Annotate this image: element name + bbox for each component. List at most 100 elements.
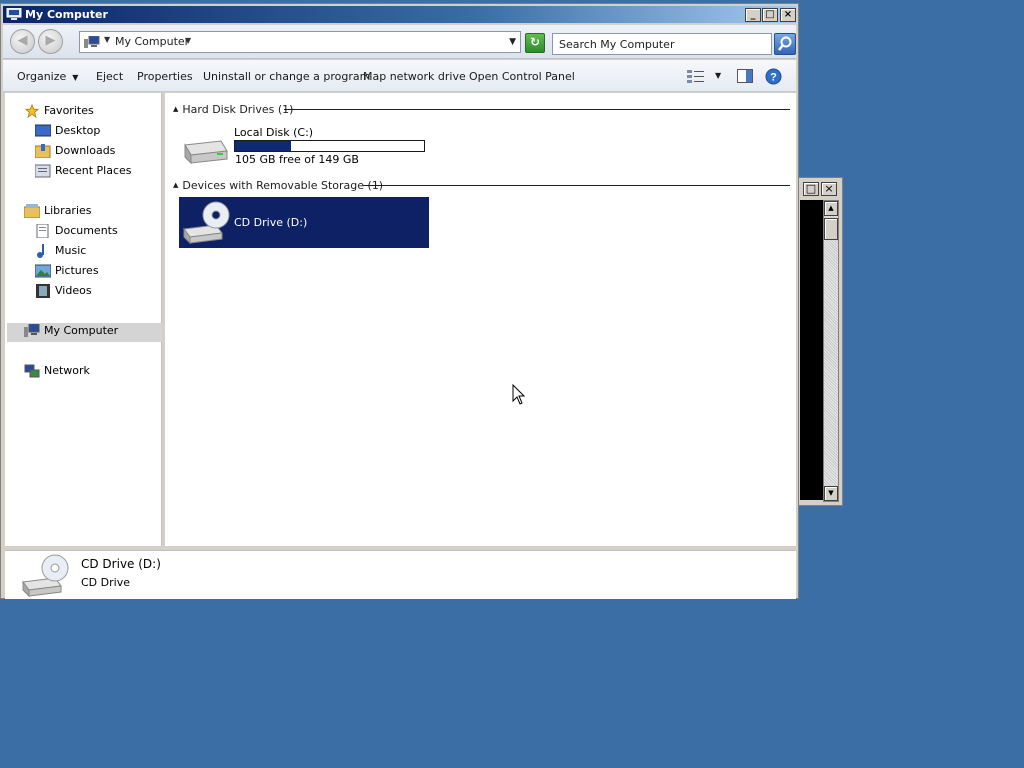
back-arrow-icon: ◀ [17, 33, 28, 48]
preview-pane-button[interactable] [737, 69, 753, 86]
console-close-button[interactable]: × [821, 182, 837, 196]
minimize-button[interactable]: _ [745, 8, 761, 22]
scroll-thumb[interactable] [824, 218, 838, 240]
sidebar-item-pictures[interactable]: Pictures [35, 263, 99, 281]
console-body [800, 200, 823, 500]
svg-text:?: ? [770, 72, 777, 84]
cd-drive-name: CD Drive (D:) [234, 216, 308, 229]
close-button[interactable]: × [780, 8, 796, 22]
network-icon [24, 364, 40, 378]
pictures-label: Pictures [55, 264, 99, 277]
open-control-panel-button[interactable]: Open Control Panel [469, 70, 575, 83]
background-console-window[interactable]: □ × ▲ ▼ [798, 177, 843, 506]
libraries-icon [24, 204, 40, 218]
refresh-button[interactable]: ↻ [525, 33, 545, 53]
videos-icon [36, 284, 50, 298]
breadcrumb-chevron-icon[interactable]: ▼ [185, 36, 191, 45]
favorites-label: Favorites [44, 104, 94, 117]
sidebar-item-favorites[interactable]: Favorites [24, 103, 94, 121]
refresh-icon: ↻ [529, 35, 541, 49]
cd-drive-icon [22, 554, 69, 598]
preview-pane-icon [737, 69, 753, 83]
hard-disk-icon [184, 140, 228, 165]
properties-button[interactable]: Properties [137, 70, 193, 83]
computer-icon [24, 324, 40, 337]
forward-button[interactable]: ▶ [38, 29, 63, 54]
help-icon: ? [765, 68, 782, 85]
scroll-up-button[interactable]: ▲ [824, 201, 838, 216]
search-icon [778, 36, 792, 51]
breadcrumb-chevron-icon[interactable]: ▼ [104, 35, 110, 44]
documents-label: Documents [55, 224, 118, 237]
uninstall-program-button[interactable]: Uninstall or change a program [203, 70, 370, 83]
help-button[interactable]: ? [765, 68, 782, 88]
address-text[interactable]: My Computer [115, 35, 189, 48]
navigation-bar: ◀ ▶ ▼ My Computer ▼ ▼ ↻ Search My Comput… [3, 25, 796, 59]
sidebar-item-recent-places[interactable]: Recent Places [35, 163, 132, 181]
disk-usage-fill [235, 141, 291, 151]
hard-disk-drives-group-header[interactable]: ▲ Hard Disk Drives (1) [173, 103, 293, 116]
disk-usage-bar [234, 140, 425, 152]
explorer-window: My Computer _ □ × ◀ ▶ ▼ My Computer ▼ ▼ … [0, 3, 799, 599]
details-item-type: CD Drive [81, 576, 130, 589]
videos-label: Videos [55, 284, 92, 297]
removable-group-label: Devices with Removable Storage (1) [182, 179, 384, 192]
title-bar[interactable]: My Computer _ □ × [3, 6, 796, 23]
collapse-triangle-icon: ▲ [173, 181, 179, 189]
window-title: My Computer [25, 8, 108, 21]
sidebar-item-libraries[interactable]: Libraries [24, 203, 92, 221]
search-input[interactable]: Search My Computer [552, 33, 772, 55]
hdd-group-label: Hard Disk Drives (1) [182, 103, 294, 116]
sidebar-item-network[interactable]: Network [24, 363, 90, 381]
address-dropdown-icon[interactable]: ▼ [509, 37, 516, 47]
recent-places-label: Recent Places [55, 164, 132, 177]
eject-button[interactable]: Eject [96, 70, 123, 83]
recent-places-icon [35, 164, 51, 178]
downloads-folder-icon [35, 144, 51, 158]
local-disk-name: Local Disk (C:) [234, 126, 314, 139]
navigation-pane: Favorites Desktop Downloads Recent Place… [5, 93, 162, 546]
mouse-cursor-icon [512, 384, 526, 405]
sidebar-item-downloads[interactable]: Downloads [35, 143, 115, 161]
group-divider [363, 185, 790, 186]
address-bar[interactable]: ▼ My Computer ▼ ▼ [79, 31, 521, 53]
removable-storage-group-header[interactable]: ▲ Devices with Removable Storage (1) [173, 179, 383, 192]
back-button[interactable]: ◀ [10, 29, 35, 54]
libraries-label: Libraries [44, 204, 92, 217]
sidebar-item-documents[interactable]: Documents [35, 223, 118, 241]
computer-icon [84, 36, 100, 48]
details-pane: CD Drive (D:) CD Drive [5, 550, 796, 599]
cd-drive-item[interactable]: CD Drive (D:) [179, 197, 429, 248]
change-view-button[interactable] [687, 69, 705, 86]
file-list-pane[interactable]: ▲ Hard Disk Drives (1) Local Disk (C:) 10… [165, 93, 796, 546]
network-label: Network [44, 364, 90, 377]
details-item-name: CD Drive (D:) [81, 557, 161, 571]
documents-icon [36, 224, 49, 238]
map-network-drive-button[interactable]: Map network drive [363, 70, 466, 83]
group-divider [284, 109, 790, 110]
organize-button[interactable]: Organize ▼ [17, 70, 78, 83]
local-disk-free-space: 105 GB free of 149 GB [235, 153, 359, 166]
scroll-down-button[interactable]: ▼ [824, 486, 838, 501]
forward-arrow-icon: ▶ [45, 33, 56, 48]
sidebar-item-videos[interactable]: Videos [35, 283, 92, 301]
view-dropdown-icon[interactable]: ▼ [715, 71, 721, 80]
desktop-label: Desktop [55, 124, 101, 137]
command-bar: Organize ▼ Eject Properties Uninstall or … [3, 60, 796, 92]
console-scrollbar[interactable]: ▲ ▼ [823, 200, 839, 502]
pictures-icon [35, 264, 51, 278]
music-label: Music [55, 244, 87, 257]
music-icon [37, 244, 44, 258]
search-button[interactable] [774, 33, 796, 55]
maximize-button[interactable]: □ [762, 8, 778, 22]
sidebar-item-my-computer[interactable]: My Computer [24, 323, 118, 341]
cd-drive-icon [183, 201, 230, 245]
chevron-down-icon: ▼ [72, 73, 79, 82]
console-maximize-button[interactable]: □ [803, 182, 819, 196]
downloads-label: Downloads [55, 144, 116, 157]
desktop-icon [35, 124, 51, 137]
collapse-triangle-icon: ▲ [173, 105, 179, 113]
computer-icon [6, 8, 22, 20]
sidebar-item-music[interactable]: Music [35, 243, 86, 261]
sidebar-item-desktop[interactable]: Desktop [35, 123, 100, 141]
